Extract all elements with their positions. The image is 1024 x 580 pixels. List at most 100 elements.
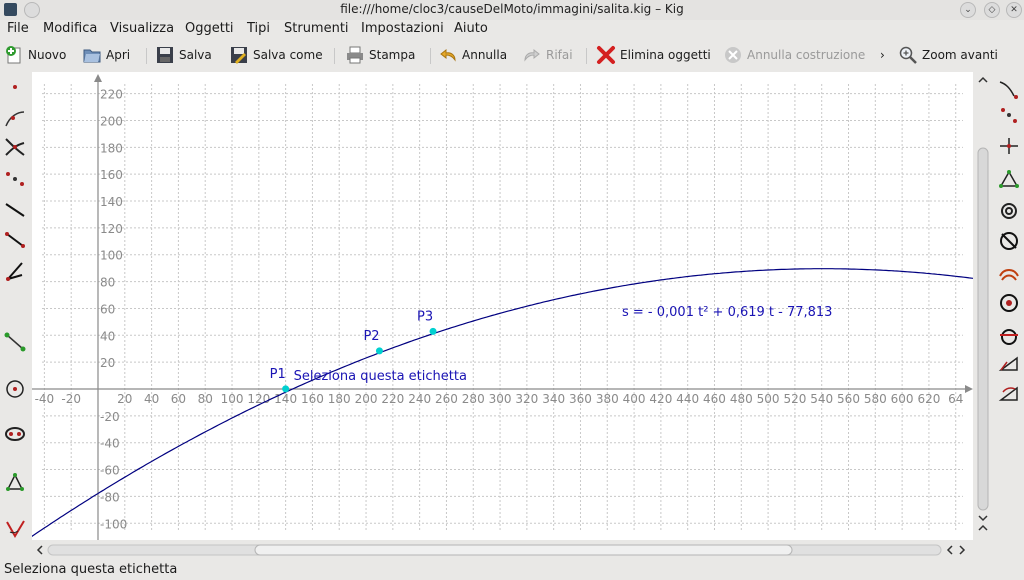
scroll-up-arrow-icon[interactable] — [978, 76, 988, 83]
triangle-tool-icon[interactable] — [998, 168, 1020, 190]
x-tick-label: 80 — [198, 392, 213, 406]
menu-aiuto[interactable]: Aiuto — [454, 21, 488, 36]
x-tick-label: 540 — [810, 392, 833, 406]
x-tick-label: 60 — [171, 392, 186, 406]
equation-label[interactable]: s = - 0,001 t² + 0,619 t - 77,813 — [622, 305, 832, 320]
point-p3[interactable] — [429, 327, 437, 335]
x-tick-label: 320 — [515, 392, 538, 406]
polyline-tool-icon[interactable] — [4, 330, 26, 352]
horizontal-scroll-thumb[interactable] — [254, 544, 793, 556]
point-label[interactable]: P2 — [363, 329, 379, 344]
scroll-down-arrow-icon[interactable] — [978, 515, 988, 522]
x-tick-label: 520 — [783, 392, 806, 406]
vertical-scrollbar[interactable] — [976, 72, 990, 540]
print-label: Stampa — [369, 48, 416, 62]
menu-bar: File Modifica Visualizza Oggetti Tipi St… — [0, 20, 1024, 40]
midpoint-tool-icon[interactable] — [4, 168, 26, 190]
point-on-curve-tool-icon[interactable] — [4, 108, 26, 130]
toolbar-separator — [334, 48, 335, 64]
chevron-right-icon: › — [880, 48, 885, 62]
drawing-canvas[interactable]: -40 -20 20 40 60 80 100 120 140 160 180 200 220 240 26… — [32, 72, 973, 540]
minimize-button[interactable]: ⌄ — [960, 2, 976, 18]
menu-oggetti[interactable]: Oggetti — [185, 21, 234, 36]
intersection-tool-icon[interactable] — [4, 135, 26, 157]
y-tick-label: -40 — [100, 437, 120, 451]
polygon-tool-icon[interactable] — [4, 471, 26, 493]
circle-line-tool-icon[interactable] — [998, 324, 1020, 346]
save-as-button[interactable]: Salva come — [229, 44, 323, 66]
point-tool-icon[interactable] — [4, 76, 26, 98]
menu-impostazioni[interactable]: Impostazioni — [361, 21, 444, 36]
new-button[interactable]: Nuovo — [4, 44, 66, 66]
vector-tool-icon[interactable] — [4, 259, 26, 281]
undo-button[interactable]: Annulla — [438, 44, 507, 66]
print-button[interactable]: Stampa — [345, 44, 415, 66]
zoom-in-icon — [899, 46, 917, 64]
toolbar-overflow-button[interactable]: › — [880, 44, 885, 66]
transform-tool-icon[interactable] — [998, 78, 1020, 100]
y-tick-label: 100 — [100, 249, 123, 263]
zoom-in-button[interactable]: Zoom avanti — [898, 44, 998, 66]
y-tick-label: -100 — [100, 517, 127, 531]
point-p2[interactable] — [375, 347, 383, 355]
parallel-arc-tool-icon[interactable] — [998, 262, 1020, 284]
point-p1[interactable] — [282, 385, 290, 393]
menu-tipi[interactable]: Tipi — [247, 21, 270, 36]
delete-objects-button[interactable]: Elimina oggetti — [596, 44, 711, 66]
maximize-button[interactable]: ◇ — [984, 2, 1000, 18]
toolbar-separator — [586, 48, 587, 64]
scroll-right-arrow-icon[interactable] — [959, 545, 966, 555]
vertical-scroll-thumb[interactable] — [977, 147, 989, 511]
scroll-left-arrow-icon[interactable] — [36, 545, 43, 555]
conic-tool-icon[interactable] — [4, 423, 26, 445]
scroll-left-arrow-icon[interactable] — [946, 545, 953, 555]
x-tick-label: 380 — [596, 392, 619, 406]
coordinate-plane[interactable]: -40 -20 20 40 60 80 100 120 140 160 180 200 220 240 26… — [32, 72, 973, 540]
text-label[interactable]: Seleziona questa etichetta — [294, 369, 467, 384]
cancel-construction-button[interactable]: Annulla costruzione — [723, 44, 865, 66]
arc-tool-icon[interactable] — [998, 200, 1020, 222]
redo-label: Rifai — [546, 48, 573, 62]
menu-strumenti[interactable]: Strumenti — [284, 21, 349, 36]
x-tick-label: 180 — [328, 392, 351, 406]
folder-open-icon — [83, 49, 101, 63]
x-tick-label: 580 — [864, 392, 887, 406]
menu-modifica[interactable]: Modifica — [43, 21, 97, 36]
perpendicular-tool-icon[interactable] — [998, 135, 1020, 157]
cancel-construction-label: Annulla costruzione — [747, 48, 866, 62]
left-tool-column — [0, 72, 30, 540]
locus-tool-icon[interactable] — [998, 105, 1020, 127]
mirror-tool-icon[interactable] — [998, 352, 1020, 374]
x-tick-label: 360 — [569, 392, 592, 406]
menu-visualizza[interactable]: Visualizza — [110, 21, 174, 36]
save-as-label: Salva come — [253, 48, 323, 62]
no-intersection-tool-icon[interactable] — [998, 230, 1020, 252]
x-tick-label: 400 — [623, 392, 646, 406]
x-tick-label: 600 — [891, 392, 914, 406]
rotate-tool-icon[interactable] — [998, 382, 1020, 404]
zoom-in-label: Zoom avanti — [922, 48, 998, 62]
undo-label: Annulla — [462, 48, 508, 62]
menu-file[interactable]: File — [7, 21, 29, 36]
status-bar: Seleziona questa etichetta — [0, 560, 1024, 580]
scroll-up-arrow-icon[interactable] — [978, 524, 988, 531]
printer-icon — [347, 46, 363, 64]
point-label[interactable]: P1 — [270, 367, 286, 382]
main-toolbar: Nuovo Apri Salva Salva come Stampa Annul… — [0, 40, 1024, 70]
x-tick-label: 240 — [408, 392, 431, 406]
x-tick-label: 460 — [703, 392, 726, 406]
x-tick-label: 64 — [948, 392, 963, 406]
point-label[interactable]: P3 — [417, 309, 433, 324]
close-button[interactable]: ✕ — [1006, 2, 1022, 18]
y-tick-label: 140 — [100, 195, 123, 209]
segment-tool-icon[interactable] — [4, 228, 26, 250]
open-button[interactable]: Apri — [82, 44, 130, 66]
angle-tool-icon[interactable] — [4, 518, 26, 540]
horizontal-scrollbar[interactable] — [32, 542, 973, 558]
save-button[interactable]: Salva — [155, 44, 212, 66]
redo-button[interactable]: Rifai — [522, 44, 573, 66]
x-axis-arrow-icon — [965, 385, 973, 393]
circle-tool-icon[interactable] — [4, 378, 26, 400]
circle-center-tool-icon[interactable] — [998, 292, 1020, 314]
line-tool-icon[interactable] — [4, 198, 26, 220]
